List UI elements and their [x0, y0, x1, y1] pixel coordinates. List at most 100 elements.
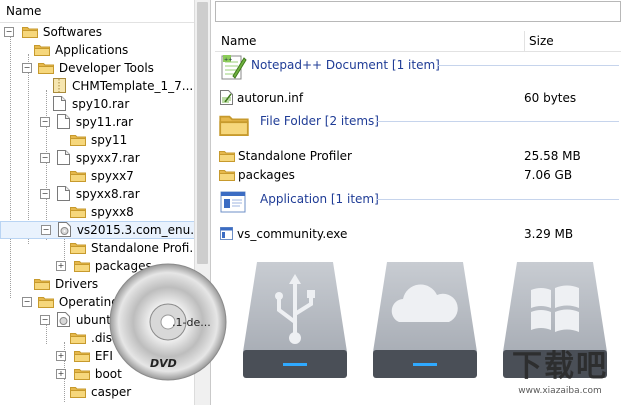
file-row-standalone-profiler[interactable]: Standalone Profiler 25.58 MB: [219, 147, 619, 165]
expand-toggle[interactable]: +: [56, 261, 66, 271]
tree-item-applications[interactable]: Applications: [34, 41, 130, 59]
file-name: packages: [238, 168, 295, 182]
tree-item-label: Standalone Profi...: [91, 241, 201, 255]
collapse-toggle[interactable]: −: [41, 225, 51, 235]
tree-item-label: spy11: [91, 133, 128, 147]
tree-item-standalone-profiler[interactable]: Standalone Profi...: [70, 239, 203, 257]
collapse-toggle[interactable]: −: [40, 315, 50, 325]
dvd-logo-text: DVD: [150, 357, 177, 370]
dvd-disc-icon: .1-de... DVD: [109, 263, 227, 381]
file-row-vs-community[interactable]: vs_community.exe 3.29 MB: [219, 225, 619, 243]
file-row-autorun[interactable]: autorun.inf 60 bytes: [219, 89, 619, 107]
tree-item-label: spy11.rar: [75, 115, 134, 129]
file-name: autorun.inf: [237, 91, 304, 105]
watermark-brand: 下载吧: [512, 349, 608, 384]
tree-item-softwares[interactable]: − Softwares: [2, 23, 104, 41]
group-divider: [437, 65, 619, 66]
tree-item-label: spy10.rar: [72, 97, 130, 111]
tree-line: [10, 36, 11, 298]
cloud-drive-icon[interactable]: [373, 262, 477, 378]
notepad-plus-plus-icon: ++: [221, 55, 247, 80]
file-size: 25.58 MB: [524, 149, 581, 163]
collapse-toggle[interactable]: −: [40, 117, 50, 127]
svg-text:++: ++: [224, 57, 232, 63]
tree-item-label: Drivers: [55, 277, 99, 291]
file-name: vs_community.exe: [237, 227, 348, 241]
tree-scrollbar-thumb[interactable]: [197, 2, 208, 264]
folder-icon: [74, 349, 90, 362]
tree-item-chmtemplate[interactable]: CHMTemplate_1_7...: [52, 77, 195, 95]
group-header-notepad[interactable]: ++ Notepad++ Document [1 item]: [219, 52, 619, 80]
file-row-packages[interactable]: packages 7.06 GB: [219, 166, 619, 184]
path-search-input[interactable]: [215, 1, 621, 22]
watermark-url: www.xiazaiba.com: [518, 386, 602, 396]
ini-file-icon: [220, 90, 233, 105]
group-header-file-folder[interactable]: File Folder [2 items]: [219, 108, 619, 136]
dvd-overlay-text: .1-de...: [172, 316, 211, 329]
folder-icon: [70, 385, 86, 398]
tree-item-label: spyxx8.rar: [75, 187, 140, 201]
group-divider: [376, 199, 619, 200]
tree-item-spy11-rar[interactable]: − spy11.rar: [38, 113, 135, 131]
tree-item-label: vs2015.3.com_enu...: [76, 223, 202, 237]
column-header-name[interactable]: Name: [221, 31, 256, 51]
tree-item-label: spyxx7.rar: [75, 151, 140, 165]
folder-icon: [70, 133, 86, 146]
tree-item-label: spyxx7: [91, 169, 134, 183]
tree-item-label: Softwares: [42, 25, 102, 39]
tree-column-header[interactable]: Name: [0, 0, 200, 23]
tree-item-drivers[interactable]: Drivers: [34, 275, 100, 293]
exe-file-icon: [220, 227, 233, 240]
group-header-application[interactable]: Application [1 item]: [219, 186, 619, 214]
file-icon: [57, 186, 70, 201]
file-icon: [57, 150, 70, 165]
group-title: Application [1 item]: [260, 192, 379, 206]
tree-item-spyxx8-rar[interactable]: − spyxx8.rar: [38, 185, 142, 203]
folder-icon: [70, 205, 86, 218]
file-size: 7.06 GB: [524, 168, 573, 182]
expand-toggle[interactable]: +: [56, 351, 66, 361]
column-header-size[interactable]: Size: [524, 31, 554, 51]
file-size: 60 bytes: [524, 91, 577, 105]
tree-item-label: casper: [91, 385, 132, 399]
tree-item-spyxx7[interactable]: spyxx7: [70, 167, 136, 185]
expand-toggle[interactable]: +: [56, 369, 66, 379]
tree-item-spyxx8[interactable]: spyxx8: [70, 203, 136, 221]
group-title: File Folder [2 items]: [260, 114, 379, 128]
tree-item-spy11[interactable]: spy11: [70, 131, 129, 149]
tree-item-efi[interactable]: + EFI: [56, 347, 115, 365]
tree-item-label: Developer Tools: [58, 61, 154, 75]
tree-item-label: spyxx8: [91, 205, 134, 219]
folder-icon: [74, 259, 90, 272]
collapse-toggle[interactable]: −: [22, 63, 32, 73]
folder-icon: [74, 367, 90, 380]
folder-icon: [219, 112, 249, 136]
collapse-toggle[interactable]: −: [40, 189, 50, 199]
file-name: Standalone Profiler: [238, 149, 352, 163]
disc-image-icon: [57, 222, 71, 237]
tree-item-casper[interactable]: casper: [70, 383, 133, 401]
tree-item-label: Applications: [55, 43, 129, 57]
tree-item-spyxx7-rar[interactable]: − spyxx7.rar: [38, 149, 142, 167]
folder-icon: [219, 149, 235, 162]
folder-icon: [38, 295, 54, 308]
folder-icon: [70, 169, 86, 182]
folder-icon: [22, 25, 38, 38]
collapse-toggle[interactable]: −: [22, 297, 32, 307]
usb-drive-icon[interactable]: [243, 262, 347, 378]
folder-icon: [34, 43, 50, 56]
list-column-header: Name Size: [215, 31, 621, 52]
tree-item-spy10-rar[interactable]: spy10.rar: [52, 95, 131, 113]
tree-item-vs2015-iso[interactable]: − vs2015.3.com_enu...: [0, 221, 202, 239]
folder-icon: [34, 277, 50, 290]
file-list-pane: Name Size ++ Notepad++ Document [1 item]…: [211, 0, 625, 405]
folder-icon: [219, 168, 235, 181]
folder-icon: [38, 61, 54, 74]
tree-item-developer-tools[interactable]: − Developer Tools: [20, 59, 156, 77]
file-icon: [57, 114, 70, 129]
collapse-toggle[interactable]: −: [40, 153, 50, 163]
collapse-toggle[interactable]: −: [4, 27, 14, 37]
folder-icon: [70, 241, 86, 254]
tree-line: [28, 54, 29, 244]
file-icon: [53, 96, 66, 111]
